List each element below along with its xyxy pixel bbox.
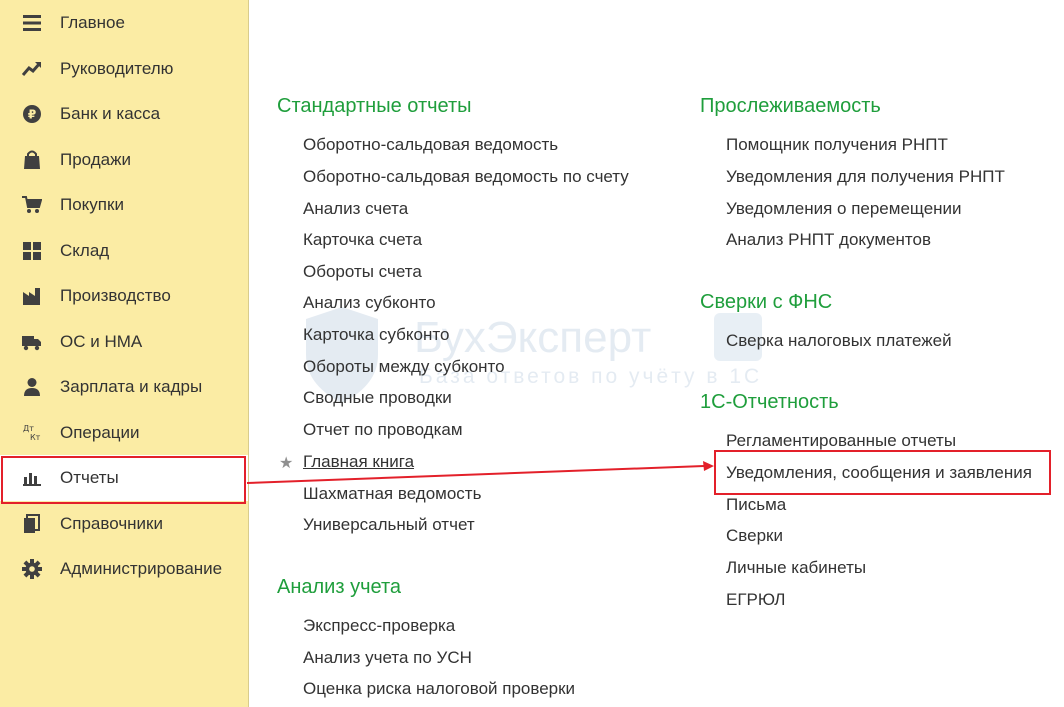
gear-icon [21,558,43,580]
sidebar-item-administration[interactable]: Администрирование [0,546,248,592]
svg-text:₽: ₽ [28,108,36,122]
link-report[interactable]: Обороты между субконто [303,357,505,377]
link-report[interactable]: Уведомления для получения РНПТ [726,167,1005,187]
watermark-title: БухЭксперт [414,313,652,362]
warehouse-grid-icon [21,240,43,262]
link-report[interactable]: ЕГРЮЛ [726,590,785,610]
section-title-fns-reconciliation: Сверки с ФНС [700,291,833,313]
link-report[interactable]: Регламентированные отчеты [726,431,956,451]
link-report[interactable]: Анализ РНПТ документов [726,230,931,250]
debit-credit-icon: Дт Кт [21,422,43,444]
sidebar-item-salary[interactable]: Зарплата и кадры [0,364,248,410]
link-report[interactable]: Обороты счета [303,262,422,282]
sidebar-item-label: Главное [60,13,125,32]
sidebar-item-production[interactable]: Производство [0,273,248,319]
link-report[interactable]: Экспресс-проверка [303,616,455,636]
sidebar-item-label: Отчеты [60,468,119,487]
link-report[interactable]: Карточка субконто [303,325,449,345]
link-report[interactable]: Оборотно-сальдовая ведомость по счету [303,167,629,187]
link-report[interactable]: Шахматная ведомость [303,484,481,504]
link-report[interactable]: Письма [726,495,786,515]
link-report[interactable]: Сверки [726,526,783,546]
trend-chart-icon [21,58,43,80]
sidebar-item-purchases[interactable]: Покупки [0,182,248,228]
shopping-bag-icon [21,149,43,171]
sidebar-item-reports[interactable]: Отчеты [0,455,248,501]
sidebar-item-label: Администрирование [60,559,223,578]
factory-icon [21,285,43,307]
link-report[interactable]: Личные кабинеты [726,558,866,578]
link-report[interactable]: Оборотно-сальдовая ведомость [303,135,558,155]
shopping-cart-icon [21,194,43,216]
link-report[interactable]: Отчет по проводкам [303,420,463,440]
sidebar-item-bank[interactable]: ₽ Банк и касса [0,91,248,137]
sidebar-item-manager[interactable]: Руководителю [0,46,248,92]
sidebar-item-label: Продажи [60,150,131,169]
sidebar: Главное Руководителю ₽ Банк и касса Прод… [0,0,249,707]
sidebar-item-sales[interactable]: Продажи [0,137,248,183]
sidebar-item-label: ОС и НМА [60,332,143,351]
books-icon [21,513,43,535]
menu-lines-icon [21,12,43,34]
link-report[interactable]: Оценка риска налоговой проверки [303,679,575,699]
link-report[interactable]: Анализ субконто [303,293,436,313]
link-report[interactable]: Сводные проводки [303,388,452,408]
section-title-accounting-analysis: Анализ учета [277,576,402,598]
person-icon [21,376,43,398]
sidebar-item-label: Производство [60,286,171,305]
main-content: БухЭксперт База ответов по учёту в 1С Ст… [249,0,1064,707]
sidebar-item-label: Покупки [60,195,124,214]
link-report[interactable]: Карточка счета [303,230,422,250]
section-title-traceability: Прослеживаемость [700,95,881,117]
sidebar-item-label: Руководителю [60,59,174,78]
truck-icon [21,331,43,353]
favorite-star-icon[interactable]: ★ [279,453,293,473]
link-report[interactable]: Уведомления о перемещении [726,199,962,219]
link-report-general-ledger[interactable]: Главная книга [303,452,414,472]
section-title-1c-reporting: 1С-Отчетность [700,391,839,413]
sidebar-item-warehouse[interactable]: Склад [0,228,248,274]
link-report[interactable]: Помощник получения РНПТ [726,135,948,155]
ruble-coin-icon: ₽ [21,103,43,125]
link-report[interactable]: Анализ счета [303,199,408,219]
sidebar-item-fixed-assets[interactable]: ОС и НМА [0,319,248,365]
sidebar-item-label: Операции [60,423,140,442]
sidebar-item-label: Справочники [60,514,163,533]
sidebar-item-label: Зарплата и кадры [60,377,203,396]
link-report[interactable]: Универсальный отчет [303,515,475,535]
link-notifications-messages-applications[interactable]: Уведомления, сообщения и заявления [726,463,1032,483]
sidebar-item-operations[interactable]: Дт Кт Операции [0,410,248,456]
svg-text:Дт: Дт [23,424,34,433]
svg-text:Кт: Кт [30,433,41,442]
link-report[interactable]: Анализ учета по УСН [303,648,472,668]
sidebar-item-references[interactable]: Справочники [0,501,248,547]
sidebar-item-label: Склад [60,241,110,260]
section-title-standard-reports: Стандартные отчеты [277,95,472,117]
sidebar-item-main[interactable]: Главное [0,0,248,46]
bar-chart-icon [21,467,43,489]
sidebar-item-label: Банк и касса [60,104,161,123]
link-report[interactable]: Сверка налоговых платежей [726,331,952,351]
